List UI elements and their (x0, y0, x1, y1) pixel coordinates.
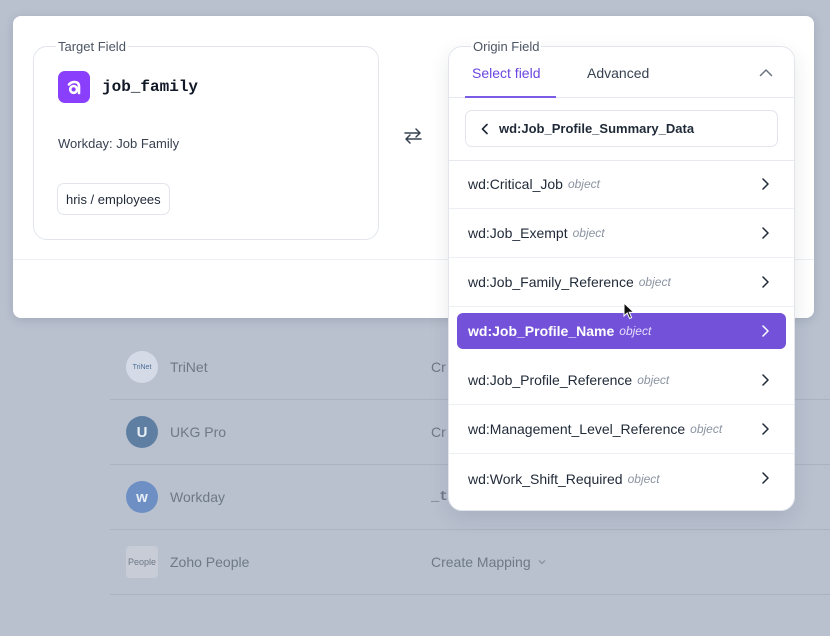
field-option[interactable]: wd:Critical_Job object (449, 160, 794, 209)
target-field-legend: Target Field (56, 39, 128, 54)
field-option-selected[interactable]: wd:Job_Profile_Name object (457, 313, 786, 349)
chevron-right-icon (762, 374, 769, 386)
field-option-name: wd:Job_Profile_Reference (468, 372, 633, 388)
chevron-right-icon (762, 178, 769, 190)
field-option-type: object (638, 275, 671, 289)
field-option[interactable]: wd:Job_Exempt object (449, 209, 794, 258)
integration-name: Zoho People (170, 554, 250, 570)
bg-row-zoho: People Zoho People Create Mapping (110, 530, 830, 595)
chevron-right-icon (762, 276, 769, 288)
chevron-right-icon (762, 472, 769, 484)
field-option-type: object (572, 226, 605, 240)
create-mapping-button[interactable]: Cr (431, 359, 446, 375)
letter-a-icon (67, 80, 81, 95)
field-option-type: object (619, 324, 652, 338)
create-mapping-label: Create Mapping (431, 554, 531, 570)
trinet-logo: TriNet (126, 351, 158, 383)
zoho-logo: People (126, 546, 158, 578)
chevron-right-icon (762, 423, 769, 435)
field-option[interactable]: wd:Job_Family_Reference object (449, 258, 794, 307)
target-field-description: Workday: Job Family (58, 136, 180, 151)
chevron-left-icon (481, 123, 488, 134)
mouse-cursor-icon (623, 302, 635, 320)
breadcrumb-back-button[interactable]: wd:Job_Profile_Summary_Data (465, 110, 778, 147)
create-mapping-button[interactable]: Cr (431, 424, 446, 440)
mapped-field[interactable]: _t (431, 489, 448, 505)
target-field-code: job_family (102, 78, 199, 96)
field-option[interactable]: wd:Management_Level_Reference object (449, 405, 794, 454)
chevron-up-icon[interactable] (758, 65, 774, 81)
field-option-name: wd:Job_Exempt (468, 225, 568, 241)
target-field-panel: Target Field job_family Workday: Job Fam… (33, 39, 379, 240)
ukg-logo: U (126, 416, 158, 448)
tab-select-field[interactable]: Select field (472, 65, 540, 81)
origin-tabs: Select field Advanced (449, 47, 794, 98)
integration-name: Workday (170, 489, 225, 505)
chevron-right-icon (762, 227, 769, 239)
field-option[interactable]: wd:Work_Shift_Required object (449, 454, 794, 503)
mapped-field-label: _t (431, 489, 448, 505)
breadcrumb-path: wd:Job_Profile_Summary_Data (499, 121, 695, 136)
origin-field-panel: Origin Field Select field Advanced wd:Jo… (448, 39, 795, 511)
create-mapping-label: Cr (431, 359, 446, 375)
app-logo-icon (58, 71, 90, 103)
field-option-type: object (637, 373, 670, 387)
chevron-down-icon (538, 560, 546, 565)
field-option-name: wd:Critical_Job (468, 176, 563, 192)
integration-name: TriNet (170, 359, 208, 375)
create-mapping-button[interactable]: Create Mapping (431, 554, 547, 570)
chevron-right-icon (762, 325, 769, 337)
field-option-type: object (627, 471, 660, 486)
field-option-type: object (690, 422, 723, 436)
swap-arrows-icon (401, 124, 425, 148)
tab-advanced[interactable]: Advanced (587, 65, 649, 81)
workday-logo: w (126, 481, 158, 513)
field-option-name: wd:Management_Level_Reference (468, 421, 686, 437)
integration-name: UKG Pro (170, 424, 227, 440)
field-option-name: wd:Job_Family_Reference (468, 274, 634, 290)
field-option[interactable]: wd:Job_Profile_Reference object (449, 356, 794, 405)
target-field-path-chip: hris / employees (57, 183, 170, 215)
create-mapping-label: Cr (431, 424, 446, 440)
field-option-name: wd:Job_Profile_Name (468, 323, 615, 339)
field-option-name: wd:Work_Shift_Required (468, 470, 623, 487)
active-tab-indicator (465, 96, 556, 98)
field-option-type: object (567, 177, 600, 191)
